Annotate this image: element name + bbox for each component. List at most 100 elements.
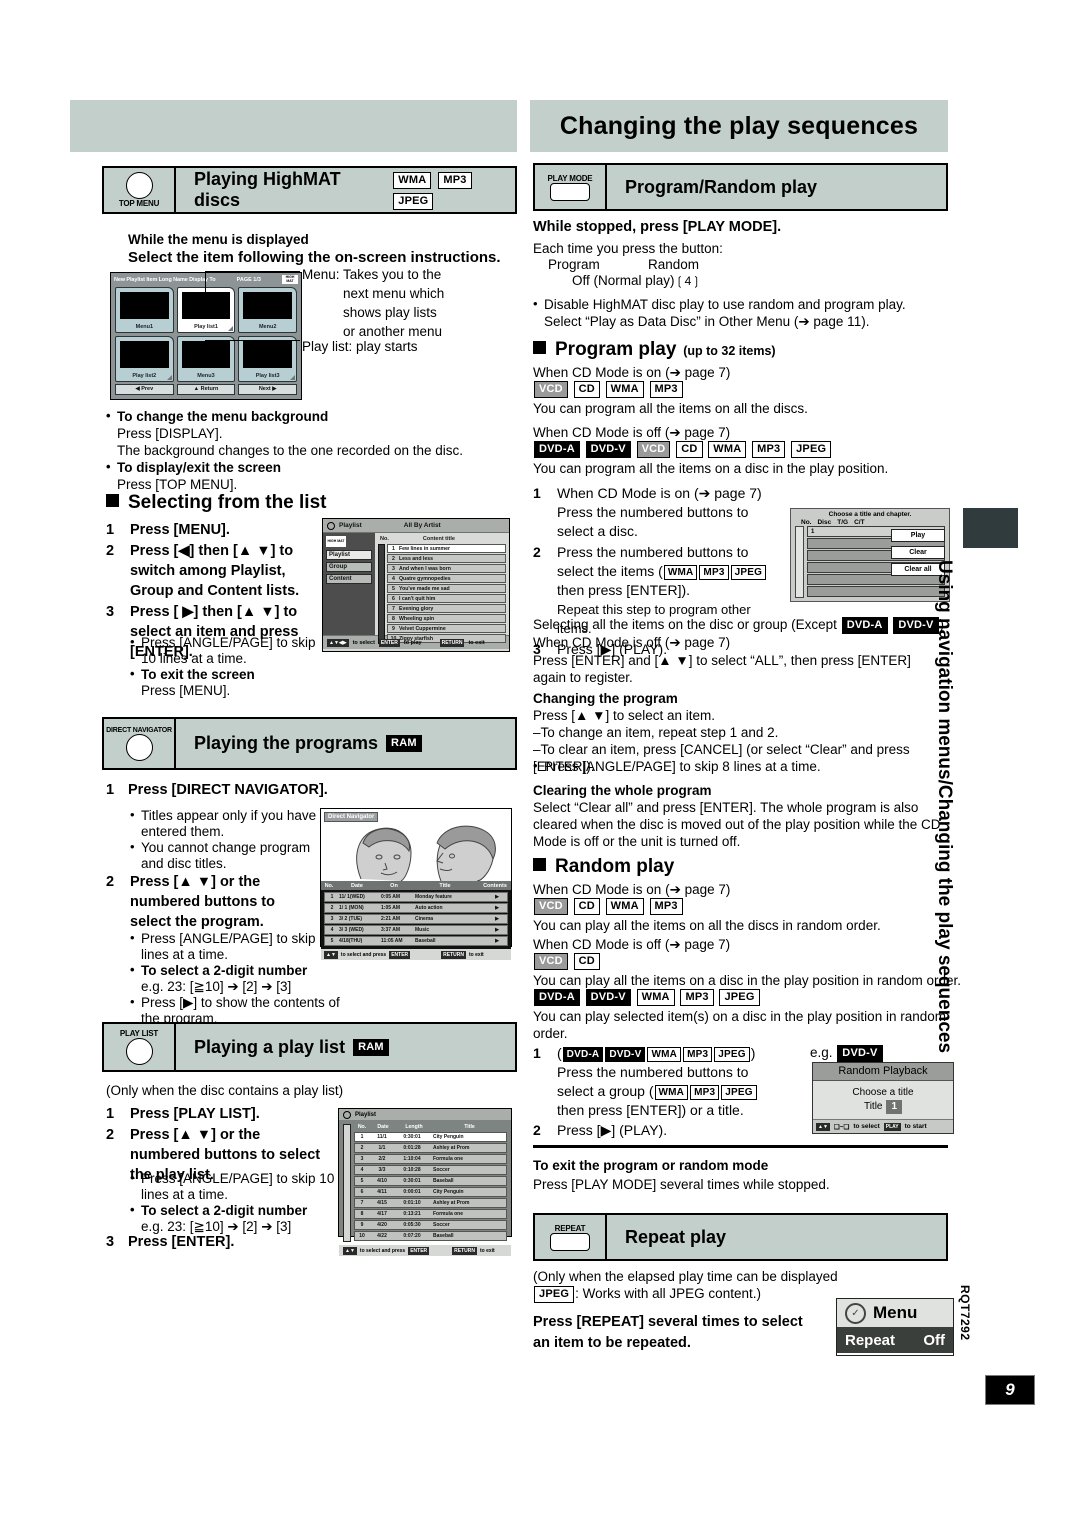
cell-label: Play list3 — [255, 373, 280, 379]
note-l1: Press [ANGLE/PAGE] to skip — [141, 635, 316, 650]
col-contents: Contents — [483, 882, 507, 889]
pl-row[interactable]: 6 4/11 0:00:01 City Penguin — [354, 1187, 507, 1197]
play-button[interactable]: Play — [891, 529, 945, 542]
osd-item-value[interactable]: Off — [923, 1332, 945, 1349]
return-button[interactable]: ▲ Return — [176, 384, 236, 395]
program-screen-caption: Choose a title and chapter. — [828, 511, 912, 518]
pl-row[interactable]: 10 4/22 0:07:20 Baseball — [354, 1231, 507, 1241]
pl-row[interactable]: 7 4/15 0:01:10 Ashley at Prom — [354, 1198, 507, 1208]
selecting-notes: Press [ANGLE/PAGE] to skip 10 lines at a… — [130, 634, 350, 699]
col-disc: Disc — [817, 519, 832, 526]
step-number: 3 — [106, 1234, 115, 1250]
playlist-row[interactable]: 3 And when I was born — [387, 564, 506, 573]
note-l2: 10 lines at a time. — [141, 651, 247, 666]
highmat-cell[interactable]: Menu1 — [115, 287, 174, 333]
top-menu-key[interactable]: TOP MENU — [104, 168, 176, 212]
footer-exit: to exit — [468, 639, 485, 646]
playlist-row[interactable]: 5 You've made me sad — [387, 584, 506, 593]
badge-jpeg: JPEG — [714, 1046, 750, 1062]
playlist-row[interactable]: 8 Wheeling spin — [387, 614, 506, 623]
dn-row[interactable]: 3 3/ 2 (TUE) 2:21 AM Cinema ▶ — [324, 914, 508, 924]
program-cd-off-label: When CD Mode is off (➔ page 7) — [533, 425, 731, 440]
scrollbar[interactable] — [795, 526, 804, 598]
random-playback-title-value[interactable]: 1 — [886, 1100, 903, 1114]
footer-select: to select — [853, 1123, 880, 1130]
col-no: No. — [801, 519, 812, 526]
row-title: Formula one — [433, 1211, 464, 1217]
row-title: Music — [415, 927, 430, 933]
playlist-row[interactable]: 4 Quatre gymnopedies — [387, 574, 506, 583]
eg-label-line: e.g. DVD-V — [810, 1044, 884, 1062]
program-cd-on-text: You can program all the items on all the… — [533, 401, 808, 416]
bg-l2: The background changes to the one record… — [117, 443, 463, 458]
scrollbar[interactable] — [378, 544, 385, 644]
dn-row[interactable]: 5 4/18(THU) 11:05 AM Baseball ▶ — [324, 936, 508, 946]
random-playback-title: Random Playback — [813, 1063, 953, 1081]
pl-row[interactable]: 4 3/3 0:10:28 Soccer — [354, 1165, 507, 1175]
footer-select: to select and press — [340, 951, 387, 958]
tab-group[interactable]: Group — [326, 562, 372, 572]
playlist-row[interactable]: 9 Velvet Cuppermine — [387, 624, 506, 633]
col-title: Title — [439, 882, 451, 889]
scrollbar[interactable] — [343, 1124, 351, 1242]
badge-dvd-v: DVD-V — [585, 988, 631, 1006]
return-key-icon: RETURN — [452, 1246, 477, 1255]
pl-row[interactable]: 2 1/1 0:01:28 Ashley at Prom — [354, 1143, 507, 1153]
clear-button[interactable]: Clear — [891, 546, 945, 559]
callout-line-menu — [205, 271, 206, 317]
random-cd-on-badges: VCD CD WMA MP3 — [533, 897, 684, 915]
program-row[interactable] — [807, 586, 945, 597]
step-text: Press [DIRECT NAVIGATOR]. — [128, 782, 328, 798]
pl-row[interactable]: 9 4/20 0:05:30 Soccer — [354, 1220, 507, 1230]
tab-content[interactable]: Content — [326, 574, 372, 584]
pl-row[interactable]: 1 11/1 0:30:01 City Penguin — [354, 1132, 507, 1142]
thumbnail — [243, 292, 292, 319]
row-title: Baseball — [433, 1178, 454, 1184]
thumbnail — [120, 292, 169, 319]
highmat-cell[interactable]: Play list2 — [115, 336, 174, 382]
square-bullet-icon — [533, 858, 546, 871]
playlist-row[interactable]: 6 I can't quit him — [387, 594, 506, 603]
repeat-key[interactable]: REPEAT — [535, 1215, 607, 1259]
badge-mp3: MP3 — [649, 380, 683, 398]
play-mode-key[interactable]: PLAY MODE — [535, 165, 607, 209]
square-bullet-icon — [106, 494, 119, 507]
contents-arrow-icon: ▶ — [495, 894, 499, 900]
section-header-playlist: PLAY LIST Playing a play list RAM — [102, 1022, 517, 1072]
dn-rows: 1 11/ 1(WED) 0:05 AM Monday feature ▶ 2 1/ 1 (… — [321, 890, 511, 949]
page-title: Changing the play sequences — [559, 111, 919, 140]
tab-playlist[interactable]: Playlist — [326, 550, 372, 560]
pl-row[interactable]: 8 4/17 0:13:21 Formula one — [354, 1209, 507, 1219]
random-cd-off-badges-2: DVD-A DVD-V WMA MP3 JPEG — [533, 988, 761, 1006]
highmat-cell[interactable]: Menu2 — [238, 287, 297, 333]
row-number: 2 — [392, 555, 395, 562]
dn-row[interactable]: 4 3/ 3 (WED) 3:37 AM Music ▶ — [324, 925, 508, 935]
dn-row[interactable]: 2 1/ 1 (MON) 1:05 AM Auto action ▶ — [324, 903, 508, 913]
pl-row[interactable]: 5 4/10 0:30:01 Baseball — [354, 1176, 507, 1186]
playlist-row[interactable]: 1 Few lines in summer — [387, 544, 506, 553]
note-l1: Press [ANGLE/PAGE] to skip 10 — [141, 1171, 335, 1186]
badge-mp3: MP3 — [690, 1084, 720, 1100]
pl-column-headers: No. Date Length Title — [354, 1124, 507, 1132]
next-button[interactable]: Next ▶ — [238, 384, 297, 395]
pl-row[interactable]: 3 2/2 1:10:04 Formula one — [354, 1154, 507, 1164]
dn-row[interactable]: 1 11/ 1(WED) 0:05 AM Monday feature ▶ — [324, 892, 508, 902]
highmat-cell[interactable]: Play list3 — [238, 336, 297, 382]
highmat-cell[interactable]: Menu3 — [176, 336, 236, 382]
enter-key-icon: ENTER — [378, 638, 400, 647]
prev-button[interactable]: ◀ Prev — [115, 384, 174, 395]
row-length: 0:00:01 — [403, 1189, 421, 1195]
direct-navigator-key[interactable]: DIRECT NAVIGATOR — [104, 719, 176, 768]
playlist-row[interactable]: 2 Less and less — [387, 554, 506, 563]
note-l1: Titles appear only if you have — [141, 808, 317, 823]
badge-jpeg: JPEG — [730, 564, 767, 580]
play-list-key[interactable]: PLAY LIST — [104, 1024, 176, 1070]
playlist-row[interactable]: 7 Evening glory — [387, 604, 506, 613]
row-length: 0:05:30 — [403, 1222, 421, 1228]
row-number: 4 — [392, 575, 395, 582]
note2-l1: e.g. 23: [≧10] ➔ [2] ➔ [3] — [141, 1219, 292, 1234]
row-date: 4/22 — [377, 1233, 387, 1239]
row-length: 0:01:28 — [403, 1145, 421, 1151]
badge-wma: WMA — [605, 380, 644, 398]
row-number: 1 — [330, 894, 334, 900]
